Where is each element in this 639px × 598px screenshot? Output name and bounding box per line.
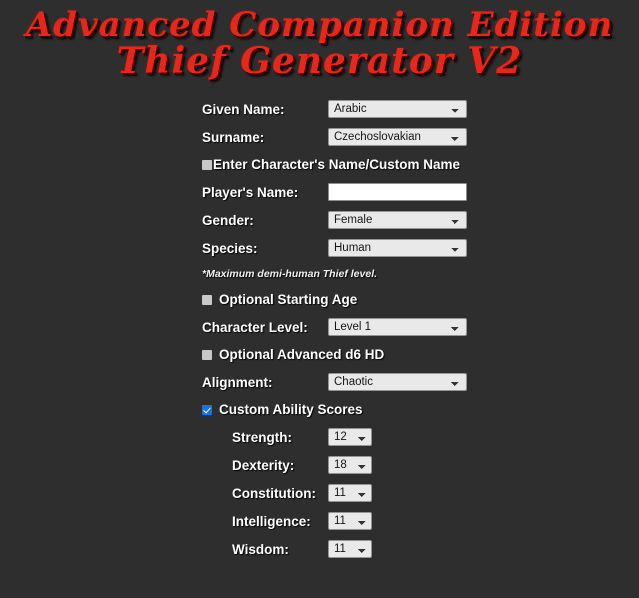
player-name-label: Player's Name: [202,184,299,200]
custom-ability-checkbox[interactable] [202,404,212,415]
character-level-select[interactable]: Level 1 [328,318,467,337]
app-title: Advanced Companion Edition Thief Generat… [0,0,639,79]
ability-row-wisdom: Wisdom: 11 [202,535,639,563]
intelligence-label: Intelligence: [232,513,311,529]
constitution-label: Constitution: [232,485,316,501]
custom-ability-toggle-row[interactable]: Custom Ability Scores [202,396,639,423]
gender-select[interactable]: Female [328,211,467,230]
field-row-species: Species: Human [202,234,639,262]
strength-select[interactable]: 12 [328,428,372,447]
field-row-player-name: Player's Name: [202,178,639,206]
character-level-label: Character Level: [202,319,308,335]
ability-row-dexterity: Dexterity: 18 [202,451,639,479]
ability-row-strength: Strength: 12 [202,423,639,451]
custom-ability-label: Custom Ability Scores [219,402,363,418]
starting-age-toggle-row[interactable]: Optional Starting Age [202,286,639,313]
starting-age-label: Optional Starting Age [219,292,358,308]
custom-name-toggle-row[interactable]: Enter Character's Name/Custom Name [202,151,639,178]
custom-name-label: Enter Character's Name/Custom Name [213,157,461,173]
species-note: *Maximum demi-human Thief level. [202,268,378,281]
alignment-select[interactable]: Chaotic [328,373,467,392]
dexterity-label: Dexterity: [232,457,295,473]
surname-label: Surname: [202,129,265,145]
field-row-character-level: Character Level: Level 1 [202,313,639,341]
wisdom-label: Wisdom: [232,541,289,557]
field-row-gender: Gender: Female [202,206,639,234]
field-row-alignment: Alignment: Chaotic [202,368,639,396]
species-select[interactable]: Human [328,239,467,258]
player-name-input[interactable] [328,183,467,202]
surname-select[interactable]: Czechoslovakian [328,128,467,147]
gender-label: Gender: [202,212,254,228]
dexterity-select[interactable]: 18 [328,456,372,475]
ability-row-intelligence: Intelligence: 11 [202,507,639,535]
title-line-2: Thief Generator V2 [116,39,523,82]
constitution-select[interactable]: 11 [328,484,372,503]
strength-label: Strength: [232,429,292,445]
intelligence-select[interactable]: 11 [328,512,372,531]
starting-age-checkbox[interactable] [202,294,212,305]
given-name-select[interactable]: Arabic [328,100,467,119]
advanced-hd-toggle-row[interactable]: Optional Advanced d6 HD [202,341,639,368]
advanced-hd-checkbox[interactable] [202,349,212,360]
field-row-surname: Surname: Czechoslovakian [202,123,639,151]
given-name-label: Given Name: [202,101,285,117]
custom-name-checkbox[interactable] [202,159,212,170]
alignment-label: Alignment: [202,374,273,390]
species-label: Species: [202,240,258,256]
title-line-1: Advanced Companion Edition [25,5,614,45]
wisdom-select[interactable]: 11 [328,540,372,559]
advanced-hd-label: Optional Advanced d6 HD [219,347,385,363]
field-row-given-name: Given Name: Arabic [202,95,639,123]
ability-row-constitution: Constitution: 11 [202,479,639,507]
character-form: Given Name: Arabic Surname: Czechoslovak… [0,95,639,563]
